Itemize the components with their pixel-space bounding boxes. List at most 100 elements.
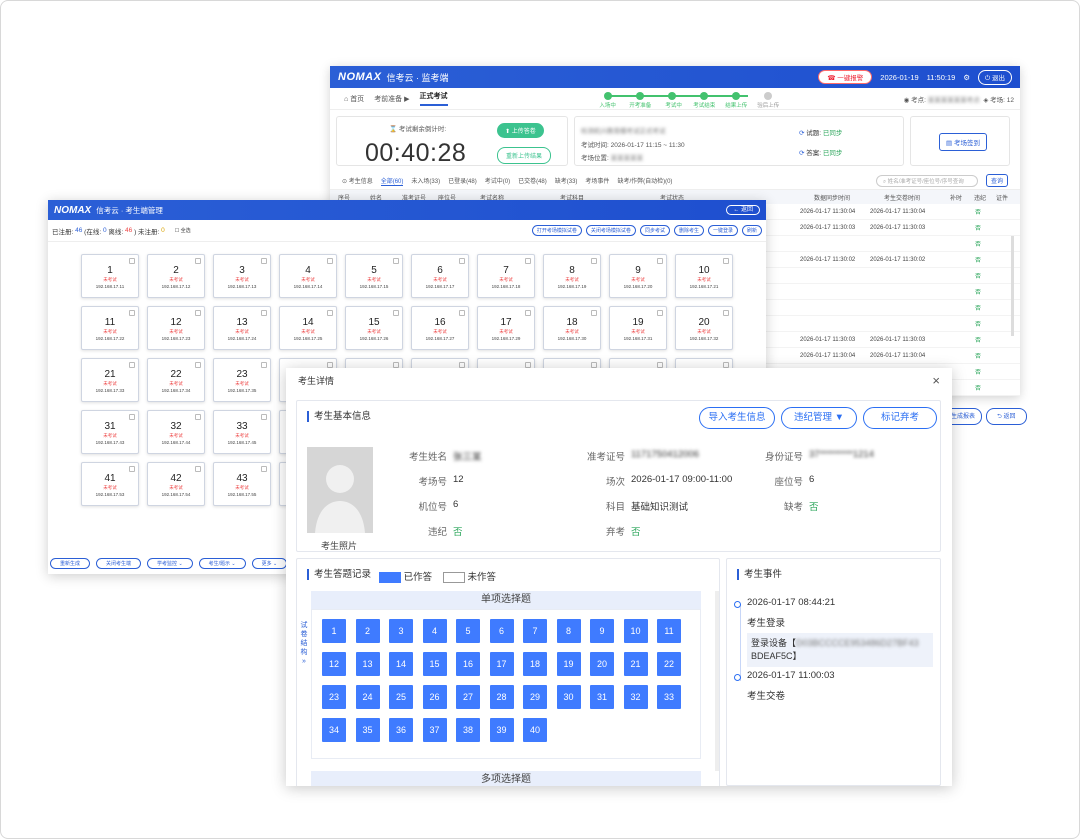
question-button[interactable]: 26 — [422, 685, 447, 709]
seat-card[interactable]: 2 未考试 192.168.17.12 — [147, 254, 205, 298]
question-button[interactable]: 6 — [489, 619, 514, 643]
regen-button[interactable]: 重新生成 — [50, 558, 91, 569]
crumb-prep[interactable]: 考前准备 ▶ — [374, 94, 409, 104]
seat-card[interactable]: 9 未考试 192.168.17.20 — [609, 254, 667, 298]
paper-structure-tab[interactable]: 试卷结构 » — [299, 621, 309, 666]
seat-checkbox[interactable] — [591, 258, 597, 264]
close-mock-button[interactable]: 关闭考场模拟试卷 — [585, 225, 636, 236]
seat-checkbox[interactable] — [327, 258, 333, 264]
alert-button[interactable]: ☎ 一键报警 — [818, 70, 873, 84]
seat-card[interactable]: 6 未考试 192.168.17.17 — [411, 254, 469, 298]
mark-abandon-button[interactable]: 标记弃考 — [863, 407, 937, 429]
question-button[interactable]: 34 — [322, 718, 346, 742]
tab-cheat[interactable]: 缺考/作弊(自动检)(0) — [617, 176, 672, 185]
question-button[interactable]: 19 — [556, 652, 581, 676]
logout-button[interactable]: ⏻ 退出 — [978, 69, 1012, 85]
monitor-dropdown[interactable]: 学考监控 ⌄ — [147, 558, 193, 569]
seat-card[interactable]: 41 未考试 192.168.17.53 — [81, 462, 139, 506]
seat-card[interactable]: 11 未考试 192.168.17.22 — [81, 306, 139, 350]
question-button[interactable]: 7 — [523, 619, 547, 643]
seat-card[interactable]: 42 未考试 192.168.17.54 — [147, 462, 205, 506]
seat-checkbox[interactable] — [195, 414, 201, 420]
seat-checkbox[interactable] — [261, 414, 267, 420]
question-button[interactable]: 25 — [389, 685, 413, 709]
question-button[interactable]: 9 — [590, 619, 614, 643]
seat-card[interactable]: 5 未考试 192.168.17.15 — [345, 254, 403, 298]
question-button[interactable]: 33 — [657, 685, 681, 709]
question-button[interactable]: 24 — [355, 685, 380, 709]
seat-checkbox[interactable] — [129, 310, 135, 316]
question-button[interactable]: 8 — [556, 619, 581, 643]
question-button[interactable]: 22 — [657, 652, 681, 676]
tab-events[interactable]: 考场事件 — [585, 176, 609, 185]
seat-card[interactable]: 18 未考试 192.168.17.30 — [543, 306, 601, 350]
question-button[interactable]: 15 — [422, 652, 447, 676]
hint-dropdown[interactable]: 考生/题示 ⌄ — [198, 558, 246, 569]
seat-card[interactable]: 22 未考试 192.168.17.34 — [147, 358, 205, 402]
answer-scrollbar[interactable] — [715, 591, 719, 771]
refresh-button[interactable]: 刷新 — [741, 225, 762, 236]
seat-checkbox[interactable] — [129, 362, 135, 368]
seat-checkbox[interactable] — [195, 362, 201, 368]
seat-card[interactable]: 3 未考试 192.168.17.13 — [213, 254, 271, 298]
gear-icon[interactable]: ⚙ — [963, 73, 970, 82]
question-button[interactable]: 23 — [322, 685, 346, 709]
question-button[interactable]: 37 — [422, 718, 447, 742]
seat-checkbox[interactable] — [393, 310, 399, 316]
question-button[interactable]: 3 — [389, 619, 413, 643]
seat-card[interactable]: 13 未考试 192.168.17.24 — [213, 306, 271, 350]
seat-card[interactable]: 43 未考试 192.168.17.55 — [213, 462, 271, 506]
upload-button[interactable]: ⬆ 上传答卷 — [497, 123, 544, 138]
crumb-formal[interactable]: 正式考试 — [419, 91, 448, 106]
crumb-home[interactable]: ⌂ 首页 — [344, 94, 364, 104]
tab-logged-in[interactable]: 已登录(48) — [448, 176, 477, 185]
seat-card[interactable]: 8 未考试 192.168.17.19 — [543, 254, 601, 298]
tab-not-entered[interactable]: 未入场(33) — [411, 176, 440, 185]
seat-checkbox[interactable] — [723, 258, 729, 264]
tab-submitted[interactable]: 已交卷(48) — [518, 176, 547, 185]
seat-card[interactable]: 4 未考试 192.168.17.14 — [279, 254, 337, 298]
question-button[interactable]: 17 — [489, 652, 514, 676]
seat-checkbox[interactable] — [459, 310, 465, 316]
close-client-button[interactable]: 关闭考生端 — [96, 558, 142, 569]
seat-card[interactable]: 14 未考试 192.168.17.25 — [279, 306, 337, 350]
seat-checkbox[interactable] — [195, 466, 201, 472]
seat-checkbox[interactable] — [261, 258, 267, 264]
question-button[interactable]: 13 — [355, 652, 380, 676]
question-button[interactable]: 16 — [456, 652, 480, 676]
checkin-button[interactable]: ▤ 考场签到 — [939, 133, 987, 151]
sync-exam-button[interactable]: 同步考试 — [639, 225, 670, 236]
seat-checkbox[interactable] — [657, 310, 663, 316]
question-button[interactable]: 29 — [523, 685, 547, 709]
question-button[interactable]: 1 — [322, 619, 346, 643]
question-button[interactable]: 28 — [489, 685, 514, 709]
question-button[interactable]: 35 — [355, 718, 380, 742]
seat-checkbox[interactable] — [525, 310, 531, 316]
search-button[interactable]: 查询 — [985, 174, 1008, 187]
question-button[interactable]: 10 — [623, 619, 648, 643]
import-student-button[interactable]: 导入考生信息 — [699, 407, 775, 429]
seat-card[interactable]: 33 未考试 192.168.17.45 — [213, 410, 271, 454]
violation-dropdown[interactable]: 违纪管理 ▼ — [781, 407, 857, 429]
seat-card[interactable]: 7 未考试 192.168.17.18 — [477, 254, 535, 298]
question-button[interactable]: 2 — [355, 619, 380, 643]
one-click-login-button[interactable]: 一键登录 — [707, 225, 738, 236]
seat-checkbox[interactable] — [129, 466, 135, 472]
more-dropdown[interactable]: 更多 ⌄ — [251, 558, 288, 569]
seat-checkbox[interactable] — [261, 362, 267, 368]
question-button[interactable]: 30 — [556, 685, 581, 709]
search-input[interactable]: ⌕ 姓名/准考证号/座位号/序号查询 — [875, 174, 978, 187]
seat-card[interactable]: 1 未考试 192.168.17.11 — [81, 254, 139, 298]
seat-checkbox[interactable] — [723, 310, 729, 316]
seat-checkbox[interactable] — [261, 466, 267, 472]
seat-checkbox[interactable] — [591, 310, 597, 316]
seat-checkbox[interactable] — [195, 310, 201, 316]
delete-client-button[interactable]: 删除考生 — [673, 225, 704, 236]
question-button[interactable]: 14 — [389, 652, 413, 676]
open-mock-button[interactable]: 打开考场模拟试卷 — [531, 225, 582, 236]
tab-in-exam[interactable]: 考试中(0) — [485, 176, 510, 185]
seat-checkbox[interactable] — [129, 258, 135, 264]
table-scrollbar[interactable] — [1011, 236, 1014, 336]
question-button[interactable]: 38 — [456, 718, 480, 742]
seat-checkbox[interactable] — [459, 258, 465, 264]
